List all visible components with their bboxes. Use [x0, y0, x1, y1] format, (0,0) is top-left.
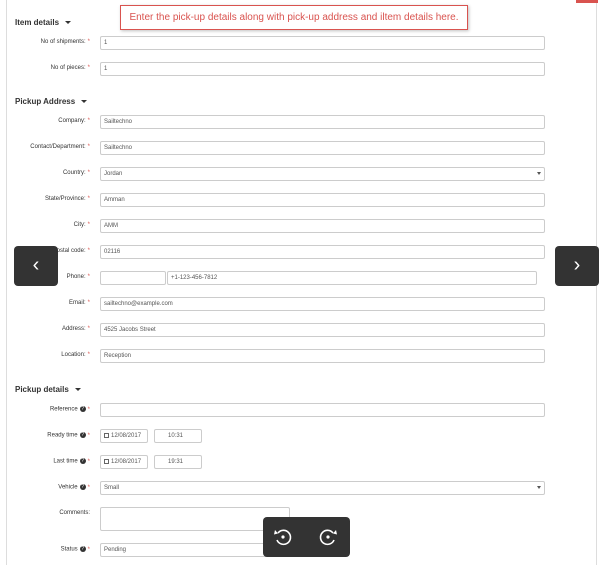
caret-down-icon	[65, 21, 72, 25]
last-time-input[interactable]: 19:31	[154, 455, 202, 469]
row-no-of-pieces: No of pieces: * 1	[7, 62, 597, 76]
calendar-icon	[104, 459, 109, 464]
comments-textarea[interactable]	[100, 507, 290, 531]
row-vehicle: Vehicle? * Small	[7, 481, 597, 495]
last-time-label: Last time? *	[53, 458, 90, 465]
row-address: Address: * 4525 Jacobs Street	[7, 323, 597, 337]
status-select[interactable]: Pending	[100, 543, 290, 557]
help-icon[interactable]: ?	[79, 432, 86, 438]
address-input[interactable]: 4525 Jacobs Street	[100, 323, 545, 337]
ready-date-input[interactable]: 12/08/2017	[100, 429, 148, 443]
row-no-of-shipments: No of shipments: * 1	[7, 36, 597, 50]
row-last-time: Last time? * 12/08/2017 19:31	[7, 455, 597, 469]
contact-input[interactable]: Sailtechno	[100, 141, 545, 155]
row-postal-code: Postal code: * 02116	[7, 245, 597, 259]
ready-time-input[interactable]: 10:31	[154, 429, 202, 443]
red-corner-accent	[576, 0, 598, 3]
chevron-left-icon: ‹	[32, 254, 40, 276]
vehicle-select-value: Small	[104, 485, 120, 491]
row-state: State/Province: * Amman	[7, 193, 597, 207]
rotate-left-icon[interactable]	[271, 525, 295, 549]
no-of-shipments-label: No of shipments: *	[40, 39, 90, 45]
reference-input[interactable]	[100, 403, 545, 417]
location-label: Location: *	[61, 352, 90, 358]
pickup-details-title-text: Pickup details	[15, 385, 69, 394]
guide-tooltip: Enter the pick-up details along with pic…	[120, 5, 468, 30]
city-label: City: *	[73, 222, 90, 228]
row-contact: Contact/Department: * Sailtechno	[7, 141, 597, 155]
city-input[interactable]: AMM	[100, 219, 545, 233]
help-icon[interactable]: ?	[79, 458, 86, 464]
location-input[interactable]: Reception	[100, 349, 545, 363]
row-city: City: * AMM	[7, 219, 597, 233]
item-details-title-text: Item details	[15, 18, 60, 27]
pickup-details-title[interactable]: Pickup details	[15, 385, 81, 394]
last-date-input[interactable]: 12/08/2017	[100, 455, 148, 469]
row-company: Company: * Sailtechno	[7, 115, 597, 129]
row-country: Country: * Jordan	[7, 167, 597, 181]
row-email: Email: * sailtechno@example.com	[7, 297, 597, 311]
reference-label: Reference? *	[49, 406, 90, 413]
rotate-toolbar	[263, 517, 350, 557]
email-input[interactable]: sailtechno@example.com	[100, 297, 545, 311]
country-select[interactable]: Jordan	[100, 167, 545, 181]
row-reference: Reference? *	[7, 403, 597, 417]
country-label: Country: *	[62, 170, 90, 176]
status-label: Status? *	[60, 546, 90, 553]
select-arrow-icon	[537, 486, 541, 489]
email-label: Email: *	[68, 300, 90, 306]
phone-country-code-input[interactable]	[100, 271, 166, 285]
comments-label: Comments:	[59, 510, 90, 516]
company-label: Company: *	[58, 118, 90, 124]
rotate-right-icon[interactable]	[316, 525, 340, 549]
state-input[interactable]: Amman	[100, 193, 545, 207]
phone-number-input[interactable]: +1-123-456-7812	[167, 271, 537, 285]
caret-down-icon	[74, 388, 81, 392]
row-location: Location: * Reception	[7, 349, 597, 363]
vehicle-label: Vehicle? *	[58, 484, 90, 491]
row-phone: Phone: * +1-123-456-7812	[7, 271, 597, 285]
previous-slide-button[interactable]: ‹	[14, 246, 58, 286]
postal-code-input[interactable]: 02116	[100, 245, 545, 259]
ready-time-label: Ready time? *	[47, 432, 90, 439]
no-of-shipments-input[interactable]: 1	[100, 36, 545, 50]
caret-down-icon	[81, 100, 88, 104]
chevron-right-icon: ›	[573, 254, 581, 276]
item-details-title[interactable]: Item details	[15, 18, 72, 27]
calendar-icon	[104, 433, 109, 438]
select-arrow-icon	[537, 172, 541, 175]
address-label: Address: *	[61, 326, 90, 332]
help-icon[interactable]: ?	[79, 406, 86, 412]
pickup-address-title-text: Pickup Address	[15, 97, 76, 106]
no-of-pieces-label: No of pieces: *	[50, 65, 90, 71]
country-select-value: Jordan	[104, 171, 123, 177]
help-icon[interactable]: ?	[79, 484, 86, 490]
pickup-address-title[interactable]: Pickup Address	[15, 97, 88, 106]
next-slide-button[interactable]: ›	[555, 246, 599, 286]
company-input[interactable]: Sailtechno	[100, 115, 545, 129]
help-icon[interactable]: ?	[79, 546, 86, 552]
vehicle-select[interactable]: Small	[100, 481, 545, 495]
no-of-pieces-input[interactable]: 1	[100, 62, 545, 76]
row-ready-time: Ready time? * 12/08/2017 10:31	[7, 429, 597, 443]
contact-label: Contact/Department: *	[30, 144, 90, 150]
state-label: State/Province: *	[44, 196, 90, 202]
